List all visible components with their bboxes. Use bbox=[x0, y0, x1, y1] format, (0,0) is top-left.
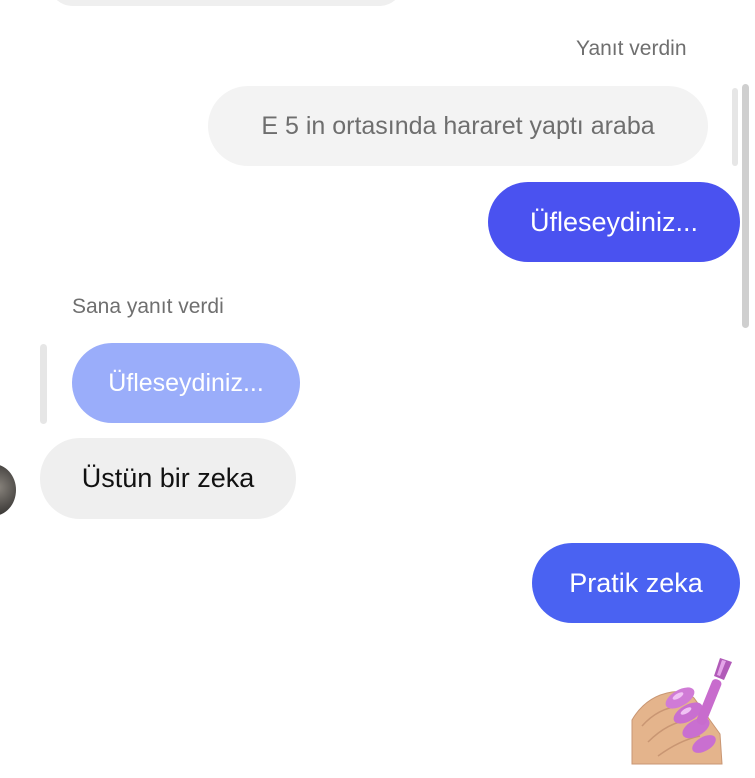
nail-polish-emoji-message[interactable] bbox=[628, 656, 738, 766]
reply-quote-bar bbox=[40, 344, 47, 424]
quoted-reply-bubble[interactable]: Üfleseydiniz... bbox=[72, 343, 300, 423]
previous-message-bubble[interactable] bbox=[48, 0, 404, 6]
sent-message-bubble[interactable]: Pratik zeka bbox=[532, 543, 740, 623]
received-message-bubble[interactable]: Üstün bir zeka bbox=[40, 438, 296, 519]
scroll-indicator-secondary bbox=[732, 88, 738, 166]
sent-message-bubble[interactable]: Üfleseydiniz... bbox=[488, 182, 740, 262]
avatar[interactable] bbox=[0, 464, 16, 516]
they-replied-label: Sana yanıt verdi bbox=[72, 295, 224, 318]
scrollbar[interactable] bbox=[742, 84, 749, 328]
quoted-message-bubble[interactable]: E 5 in ortasında hararet yaptı araba bbox=[208, 86, 708, 166]
nail-polish-icon bbox=[631, 658, 732, 765]
you-replied-label: Yanıt verdin bbox=[576, 37, 687, 60]
